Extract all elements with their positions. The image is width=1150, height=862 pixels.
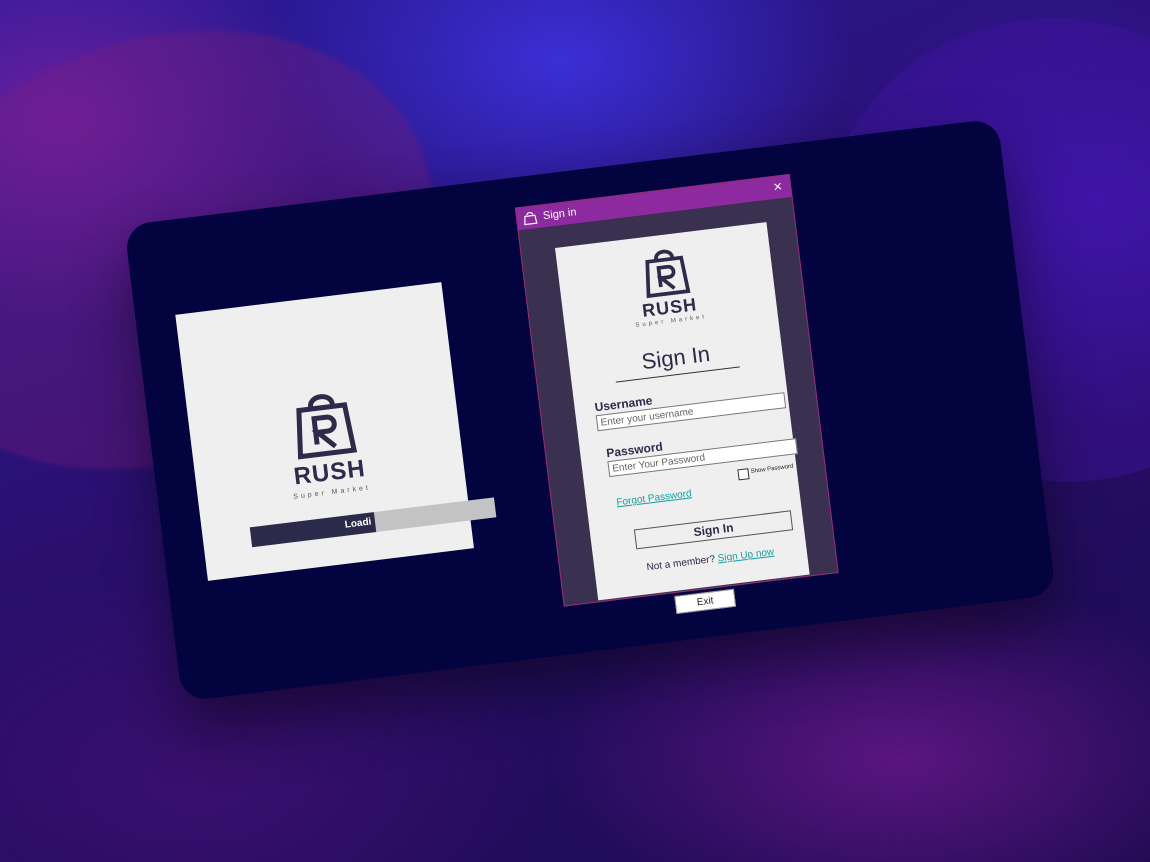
signup-prompt: Not a member? Sign Up now: [646, 547, 775, 574]
forgot-password-link[interactable]: Forgot Password: [616, 488, 692, 508]
not-member-text: Not a member?: [645, 553, 716, 574]
signin-button[interactable]: Sign In: [633, 510, 794, 550]
show-password-checkbox[interactable]: [737, 468, 750, 481]
signin-card: RUSH Super Market Sign In Username Passw…: [555, 222, 810, 601]
splash-logo: RUSH Super Market: [186, 371, 465, 512]
signin-logo: RUSH Super Market: [556, 232, 777, 337]
page-title: Sign In: [640, 341, 712, 375]
loading-text: Loadi: [344, 516, 373, 531]
shopping-bag-logo-icon: [296, 394, 358, 460]
signin-titlebar[interactable]: Sign in ×: [515, 175, 792, 231]
signin-window-title: Sign in: [542, 206, 578, 223]
splash-window: RUSH Super Market Loadi: [175, 282, 497, 581]
shopping-bag-logo-icon: [524, 212, 538, 226]
signup-link[interactable]: Sign Up now: [717, 547, 775, 565]
show-password-label: Show Password: [750, 463, 794, 475]
shopping-bag-logo-icon: [644, 249, 691, 299]
signin-window: Sign in × RUSH Super Market Sign In User…: [514, 173, 839, 614]
loading-progress-bar: Loadi: [249, 497, 497, 548]
close-icon[interactable]: ×: [772, 176, 783, 199]
exit-button[interactable]: Exit: [674, 588, 737, 614]
